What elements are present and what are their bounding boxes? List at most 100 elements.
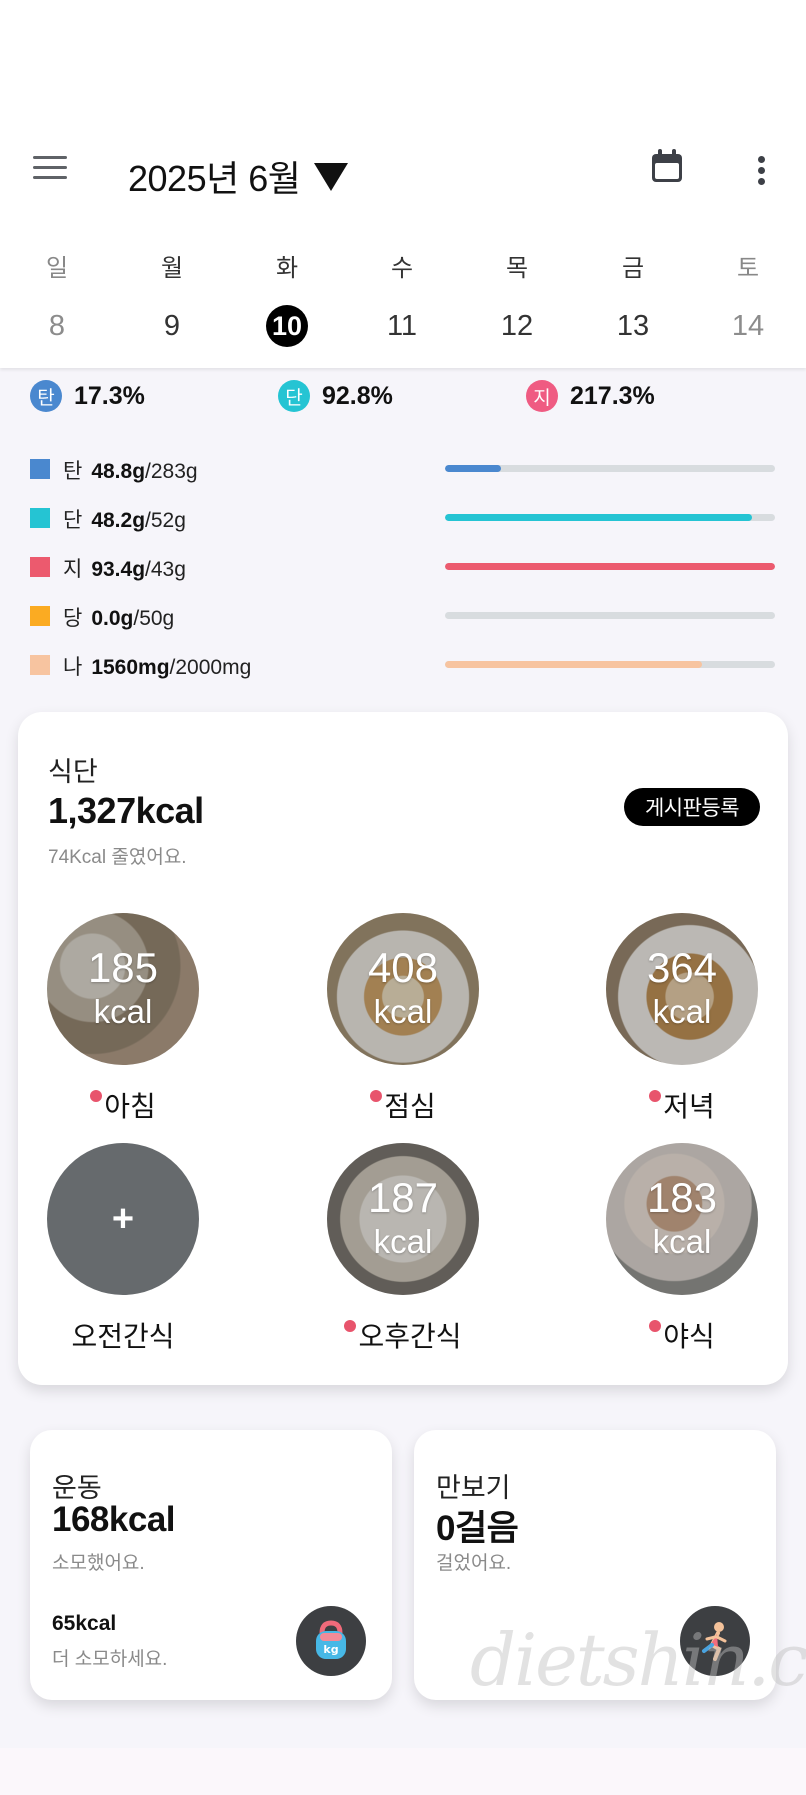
protein-ratio: 단 92.8% xyxy=(278,380,393,412)
date-cell[interactable]: 12 xyxy=(487,305,547,347)
date-cell-selected[interactable]: 10 xyxy=(257,305,317,347)
weekday-label: 토 xyxy=(736,255,760,282)
nutrient-row: 나 1560mg/2000mg xyxy=(0,651,806,681)
nutrient-row: 지 93.4g/43g xyxy=(0,553,806,583)
meal-kcal-unit: kcal xyxy=(373,993,433,1030)
date-row: 8 9 10 11 12 13 14 xyxy=(0,305,806,349)
fat-ratio: 지 217.3% xyxy=(526,380,655,412)
legend-square xyxy=(30,459,50,479)
meal-name: 저녁 xyxy=(663,1091,715,1122)
weekday-label: 수 xyxy=(390,255,414,282)
nutrient-row: 당 0.0g/50g xyxy=(0,602,806,632)
more-options-icon[interactable] xyxy=(748,152,776,188)
date-cell[interactable]: 9 xyxy=(142,305,202,347)
nutrient-amount: 0.0g xyxy=(91,607,134,630)
meal-morning-snack[interactable]: + 오전간식 xyxy=(47,1143,199,1355)
weekday-row: 일 월 화 수 목 금 토 xyxy=(0,248,806,282)
meal-photo[interactable]: 408 kcal xyxy=(327,913,479,1065)
kettlebell-icon[interactable]: kg xyxy=(296,1606,366,1676)
progress-fill xyxy=(445,563,775,570)
add-meal-button[interactable]: + xyxy=(47,1143,199,1295)
weekday-label: 목 xyxy=(505,255,529,282)
meal-kcal: 187 xyxy=(367,1174,439,1221)
nutrient-amount: 48.8g xyxy=(91,460,146,483)
meal-name: 점심 xyxy=(384,1091,436,1122)
progress-track xyxy=(445,465,775,472)
meal-breakfast[interactable]: 185 kcal 아침 xyxy=(47,913,199,1125)
menu-icon[interactable] xyxy=(30,154,70,184)
exercise-kcal: 168kcal xyxy=(52,1500,176,1539)
recorded-dot xyxy=(370,1090,383,1102)
meal-lunch[interactable]: 408 kcal 점심 xyxy=(327,913,479,1125)
recorded-dot xyxy=(90,1090,103,1102)
meal-late-night[interactable]: 183 kcal 야식 xyxy=(606,1143,758,1355)
month-title: 2025년 6월 xyxy=(128,158,301,199)
diet-total-kcal: 1,327kcal xyxy=(48,790,204,831)
meal-afternoon-snack[interactable]: 187 kcal 오후간식 xyxy=(327,1143,479,1355)
app-bar: 2025년 6월 xyxy=(0,128,806,208)
pedometer-steps: 0걸음 xyxy=(436,1509,519,1548)
progress-track xyxy=(445,612,775,619)
meal-kcal: 183 xyxy=(646,1174,718,1221)
calendar-icon[interactable] xyxy=(650,148,684,184)
nutrient-amount: 93.4g xyxy=(91,558,146,581)
nutrient-row: 단 48.2g/52g xyxy=(0,504,806,534)
meal-photo[interactable]: 364 kcal xyxy=(606,913,758,1065)
diet-label: 식단 xyxy=(48,757,98,787)
meal-kcal-unit: kcal xyxy=(373,1223,433,1260)
legend-square xyxy=(30,655,50,675)
date-cell[interactable]: 13 xyxy=(603,305,663,347)
nutrient-name: 탄 xyxy=(63,460,83,483)
weekday-label: 월 xyxy=(160,255,184,282)
site-watermark: dietshin.com xyxy=(470,1618,806,1702)
progress-fill xyxy=(445,465,502,472)
nutrient-goal: /50g xyxy=(133,607,175,630)
meal-name: 아침 xyxy=(104,1091,156,1122)
fat-ratio-value: 217.3% xyxy=(570,381,655,410)
exercise-card[interactable]: 운동 168kcal 소모했어요. 65kcal 더 소모하세요. kg xyxy=(30,1430,392,1700)
legend-square xyxy=(30,606,50,626)
date-cell[interactable]: 14 xyxy=(718,305,778,347)
legend-square xyxy=(30,508,50,528)
progress-track xyxy=(445,563,775,570)
meal-name: 야식 xyxy=(663,1321,715,1352)
meal-name: 오후간식 xyxy=(358,1321,462,1352)
exercise-remaining: 65kcal xyxy=(52,1612,117,1635)
protein-ratio-value: 92.8% xyxy=(322,381,393,410)
diet-card[interactable]: 식단 1,327kcal 74Kcal 줄였어요. 게시판등록 185 kcal… xyxy=(18,712,788,1385)
nutrient-name: 당 xyxy=(63,607,83,630)
carb-ratio-value: 17.3% xyxy=(74,381,145,410)
kettlebell-label: kg xyxy=(323,1643,338,1656)
meal-photo[interactable]: 185 kcal xyxy=(47,913,199,1065)
nutrient-amount: 48.2g xyxy=(91,509,146,532)
progress-track xyxy=(445,661,775,668)
meal-photo[interactable]: 183 kcal xyxy=(606,1143,758,1295)
weekday-label: 금 xyxy=(621,255,645,282)
meal-kcal-unit: kcal xyxy=(652,993,712,1030)
nutrient-row: 탄 48.8g/283g xyxy=(0,455,806,485)
weekday-label: 화 xyxy=(275,255,299,282)
nutrient-goal: /283g xyxy=(145,460,198,483)
nutrient-name: 나 xyxy=(63,656,83,679)
nutrient-amount: 1560mg xyxy=(91,656,170,679)
progress-track xyxy=(445,514,775,521)
triangle-down-icon xyxy=(314,163,349,191)
fat-badge: 지 xyxy=(526,380,558,412)
diet-sub-text: 74Kcal 줄였어요. xyxy=(48,847,187,868)
month-selector[interactable]: 2025년 6월 xyxy=(128,150,349,202)
meal-kcal: 408 xyxy=(367,944,439,991)
meal-photo[interactable]: 187 kcal xyxy=(327,1143,479,1295)
date-cell[interactable]: 11 xyxy=(372,305,432,347)
recorded-dot xyxy=(649,1090,662,1102)
progress-fill xyxy=(445,514,752,521)
nutrient-name: 단 xyxy=(63,509,83,532)
board-register-button[interactable]: 게시판등록 xyxy=(624,788,760,826)
meal-dinner[interactable]: 364 kcal 저녁 xyxy=(606,913,758,1125)
exercise-remaining-sub: 더 소모하세요. xyxy=(52,1649,168,1670)
date-cell[interactable]: 8 xyxy=(27,305,87,347)
nutrient-goal: /2000mg xyxy=(169,656,252,679)
meal-kcal: 364 xyxy=(646,944,718,991)
meal-kcal-unit: kcal xyxy=(652,1223,712,1260)
recorded-dot xyxy=(649,1320,662,1332)
meal-kcal-unit: kcal xyxy=(93,993,153,1030)
